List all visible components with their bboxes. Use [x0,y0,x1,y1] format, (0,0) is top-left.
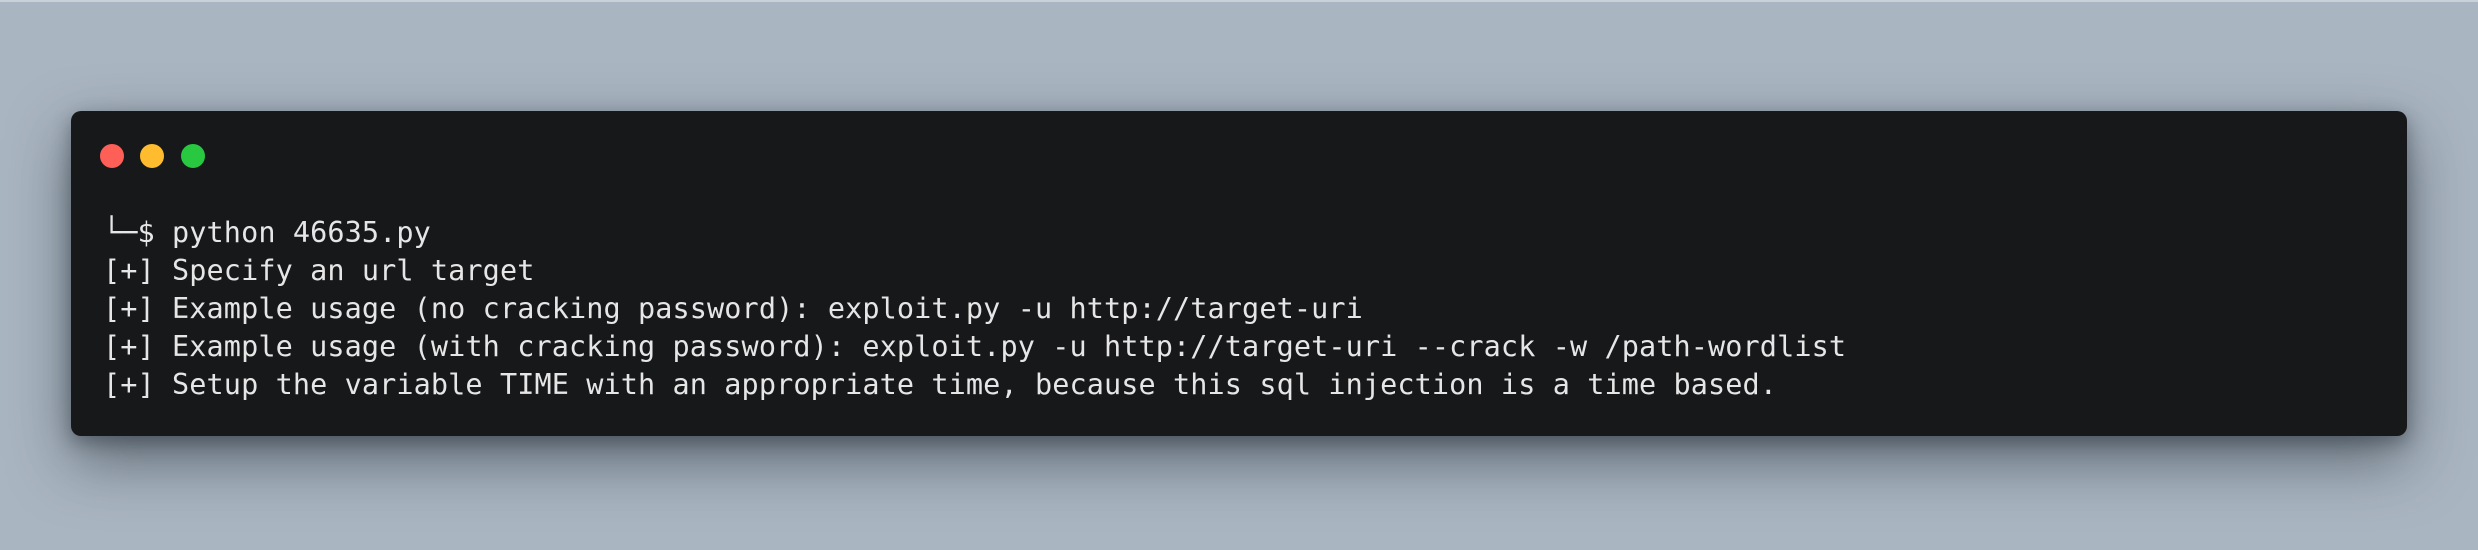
output-line: [+] Specify an url target [103,254,535,287]
output-line: [+] Example usage (with cracking passwor… [103,330,1847,363]
window-titlebar [71,111,2407,191]
terminal-output[interactable]: └─$ python 46635.py [+] Specify an url t… [103,214,2387,404]
terminal-window: └─$ python 46635.py [+] Specify an url t… [71,111,2407,436]
output-line: [+] Example usage (no cracking password)… [103,292,1363,325]
close-window-icon[interactable] [100,144,124,168]
minimize-window-icon[interactable] [140,144,164,168]
zoom-window-icon[interactable] [181,144,205,168]
command-line: └─$ python 46635.py [103,216,431,249]
output-line: [+] Setup the variable TIME with an appr… [103,368,1778,401]
desktop-top-edge [0,0,2478,2]
